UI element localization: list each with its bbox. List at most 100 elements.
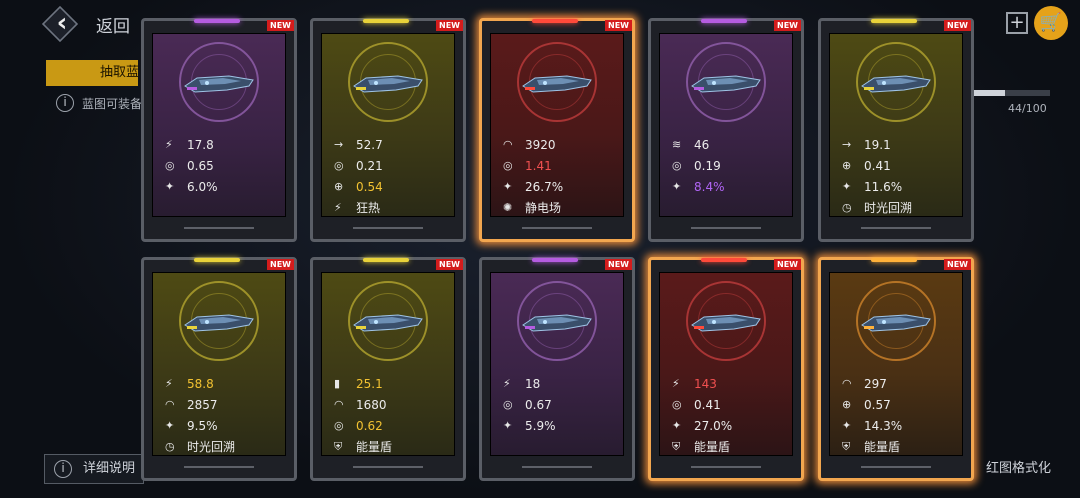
stat-value: 0.41	[694, 397, 721, 412]
card-panel: → 19.1 ⊕ 0.41 ✦ 11.6% ◷ 时光回溯	[829, 33, 963, 217]
stat-row: ⛨ 能量盾	[842, 436, 962, 457]
card-panel: ◠ 3920 ◎ 1.41 ✦ 26.7% ✺ 静电场	[490, 33, 624, 217]
stat-value: 时光回溯	[864, 201, 913, 215]
blueprint-card[interactable]: NEW ≋ 46 ◎ 0.19 ✦ 8.4%	[648, 18, 804, 242]
spaceship-icon	[522, 314, 592, 332]
new-badge: NEW	[774, 259, 801, 270]
cooldown-icon: ◎	[334, 419, 344, 432]
blueprint-card[interactable]: NEW → 52.7 ◎ 0.21 ⊕ 0.54 ⚡ 狂热	[310, 18, 466, 242]
stat-value: 58.8	[187, 376, 214, 391]
spaceship-icon	[353, 314, 423, 332]
stat-row: ◎ 1.41	[503, 155, 623, 176]
blueprint-card[interactable]: NEW ⚡ 143 ◎ 0.41 ✦ 27.0% ⛨ 能量盾	[648, 257, 804, 481]
stat-row: ◎ 0.41	[672, 394, 792, 415]
spaceship-icon	[861, 314, 931, 332]
stat-value: 5.9%	[525, 418, 556, 433]
format-red-button[interactable]: 红图格式化	[976, 454, 1072, 484]
stat-row: ⊕ 0.41	[842, 155, 962, 176]
stat-value: 0.21	[356, 158, 383, 173]
crit-icon: ✦	[165, 419, 175, 432]
stat-value: 时光回溯	[187, 440, 236, 454]
stat-row: → 52.7	[334, 134, 454, 155]
blueprint-card[interactable]: NEW → 19.1 ⊕ 0.41 ✦ 11.6% ◷ 时光回溯	[818, 18, 974, 242]
blueprint-card[interactable]: NEW ◠ 297 ⊕ 0.57 ✦ 14.3% ⛨ 能量盾	[818, 257, 974, 481]
dps-icon: ⚡	[503, 377, 511, 390]
tab-extract[interactable]: 抽取蓝	[46, 60, 138, 86]
stat-row: ⛨ 能量盾	[334, 436, 454, 457]
energy-shield-icon: ⛨	[842, 439, 851, 453]
info-icon: i	[56, 94, 74, 112]
stat-row: ◎ 0.19	[672, 155, 792, 176]
stat-row: ✦ 27.0%	[672, 415, 792, 436]
stat-list: ⚡ 58.8 ◠ 2857 ✦ 9.5% ◷ 时光回溯	[165, 373, 285, 457]
rarity-bar	[871, 258, 917, 262]
stat-list: ⚡ 143 ◎ 0.41 ✦ 27.0% ⛨ 能量盾	[672, 373, 792, 457]
stat-row: ◠ 297	[842, 373, 962, 394]
new-badge: NEW	[944, 259, 971, 270]
spaceship-icon	[184, 75, 254, 93]
stat-value: 17.8	[187, 137, 214, 152]
stat-value: 静电场	[525, 201, 562, 215]
stat-row: ▮ 25.1	[334, 373, 454, 394]
new-badge: NEW	[436, 259, 463, 270]
stat-value: 3920	[525, 137, 556, 152]
stat-row: ⊕ 0.57	[842, 394, 962, 415]
card-panel: ≋ 46 ◎ 0.19 ✦ 8.4%	[659, 33, 793, 217]
stat-list: → 19.1 ⊕ 0.41 ✦ 11.6% ◷ 时光回溯	[842, 134, 962, 218]
card-footer-divider	[691, 466, 761, 472]
stat-row: ◷ 时光回溯	[165, 436, 285, 457]
cart-icon[interactable]: 🛒	[1034, 6, 1068, 40]
stat-value: 19.1	[864, 137, 891, 152]
crit-icon: ✦	[842, 180, 852, 193]
stat-row: ⚡ 17.8	[165, 134, 285, 155]
rarity-bar	[532, 19, 578, 23]
blueprint-card[interactable]: NEW ▮ 25.1 ◠ 1680 ◎ 0.62 ⛨ 能量盾	[310, 257, 466, 481]
card-footer-divider	[353, 227, 423, 233]
stat-value: 14.3%	[864, 418, 903, 433]
stat-value: 297	[864, 376, 887, 391]
stat-value: 2857	[187, 397, 218, 412]
stat-row: ⊕ 0.54	[334, 176, 454, 197]
collection-progress-bar	[970, 90, 1050, 96]
stat-value: 狂热	[356, 201, 381, 215]
frenzy-icon: ⚡	[334, 201, 342, 214]
crit-icon: ✦	[165, 180, 175, 193]
new-badge: NEW	[436, 20, 463, 31]
shield-arc-icon: ◠	[842, 377, 852, 390]
rarity-bar	[363, 258, 409, 262]
static-field-icon: ✺	[503, 201, 513, 214]
speed-icon: →	[334, 138, 344, 151]
blueprint-card[interactable]: NEW ⚡ 17.8 ◎ 0.65 ✦ 6.0%	[141, 18, 297, 242]
cooldown-icon: ◎	[672, 398, 682, 411]
stat-row: ✦ 5.9%	[503, 415, 623, 436]
rarity-bar	[194, 258, 240, 262]
add-button[interactable]: +	[1006, 12, 1028, 34]
back-label[interactable]: 返回	[96, 12, 130, 37]
stat-value: 26.7%	[525, 179, 564, 194]
blueprint-card[interactable]: NEW ⚡ 58.8 ◠ 2857 ✦ 9.5% ◷ 时光回溯	[141, 257, 297, 481]
time-rewind-icon: ◷	[165, 440, 175, 453]
blueprint-card[interactable]: NEW ◠ 3920 ◎ 1.41 ✦ 26.7% ✺ 静电场	[479, 18, 635, 242]
crit-icon: ✦	[842, 419, 852, 432]
rarity-bar	[363, 19, 409, 23]
damage-bars-icon: ▮	[334, 377, 341, 390]
accuracy-icon: ⊕	[842, 159, 852, 172]
card-panel: ⚡ 18 ◎ 0.67 ✦ 5.9%	[490, 272, 624, 456]
rarity-bar	[871, 19, 917, 23]
back-arrow-icon[interactable]: ‹	[48, 6, 76, 40]
stat-row: ◎ 0.62	[334, 415, 454, 436]
collection-progress-text: 44/100	[1008, 102, 1047, 115]
crit-icon: ✦	[672, 180, 682, 193]
stat-row: ⛨ 能量盾	[672, 436, 792, 457]
stat-value: 0.54	[356, 179, 383, 194]
blueprint-card[interactable]: NEW ⚡ 18 ◎ 0.67 ✦ 5.9%	[479, 257, 635, 481]
stat-value: 143	[694, 376, 717, 391]
stat-value: 能量盾	[864, 440, 901, 454]
crit-icon: ✦	[672, 419, 682, 432]
card-footer-divider	[522, 227, 592, 233]
stat-value: 0.65	[187, 158, 214, 173]
accuracy-icon: ⊕	[842, 398, 852, 411]
stat-list: ⚡ 18 ◎ 0.67 ✦ 5.9%	[503, 373, 623, 436]
stat-row: ◠ 1680	[334, 394, 454, 415]
shield-arc-icon: ◠	[165, 398, 175, 411]
